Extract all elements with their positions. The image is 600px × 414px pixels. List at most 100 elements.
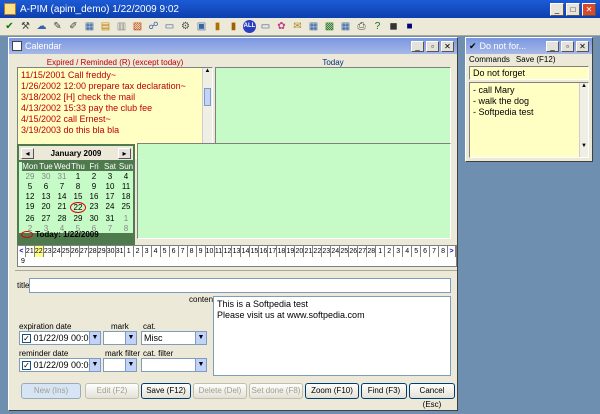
chevron-down-icon[interactable]: ▼ (125, 359, 136, 371)
day-detail-panel[interactable] (137, 143, 451, 239)
calendar-day[interactable]: 21 (54, 202, 70, 213)
calendar-day[interactable]: 24 (102, 202, 118, 213)
calendar-close-button[interactable]: ✕ (441, 40, 454, 52)
strip-day[interactable]: 5 (412, 246, 422, 257)
envelope-icon[interactable]: ✉ (291, 20, 304, 33)
calendar-day[interactable]: 26 (22, 214, 38, 223)
maximize-button[interactable]: □ (566, 2, 580, 16)
strip-day[interactable]: 18 (277, 246, 287, 257)
cloud-icon[interactable]: ☁ (35, 20, 48, 33)
calendar-day[interactable]: 30 (38, 172, 54, 181)
calendar-day[interactable]: 4 (118, 172, 134, 181)
all-icon[interactable]: ALL (243, 20, 256, 33)
strip-day[interactable]: 23 (322, 246, 332, 257)
calendar-day[interactable]: 9 (86, 182, 102, 191)
title-input[interactable] (29, 278, 451, 293)
expired-item[interactable]: 3/19/2003 do this bla bla (21, 125, 209, 136)
strip-day[interactable]: 3 (394, 246, 404, 257)
chevron-down-icon[interactable]: ▼ (89, 332, 100, 344)
strip-day[interactable]: 14 (241, 246, 251, 257)
calendar-icon[interactable]: ▦ (307, 20, 320, 33)
calendar-day[interactable]: 6 (38, 182, 54, 191)
strip-day[interactable]: 29 (97, 246, 107, 257)
calendar-day[interactable]: 17 (102, 192, 118, 201)
note-close-button[interactable]: ✕ (576, 40, 589, 52)
calendar-day[interactable]: 12 (22, 192, 38, 201)
note-minimize-button[interactable]: _ (546, 40, 559, 52)
find-button[interactable]: Find (F3) (361, 383, 407, 399)
expired-item[interactable]: 3/18/2002 [H] check the mail (21, 92, 209, 103)
calendar-day[interactable]: 28 (54, 214, 70, 223)
grid-icon[interactable]: ▩ (323, 20, 336, 33)
note-restore-button[interactable]: ▫ (561, 40, 574, 52)
strip-day[interactable]: 30 (106, 246, 116, 257)
expired-item[interactable]: 4/15/2002 call Ernest~ (21, 114, 209, 125)
reminder-checkbox[interactable]: ✓ (22, 361, 31, 371)
check-icon[interactable]: ✔ (3, 20, 16, 33)
chevron-down-icon[interactable]: ▼ (195, 359, 206, 371)
scroll-thumb[interactable] (204, 88, 211, 106)
expired-item[interactable]: 1/26/2002 12:00 prepare tax declaration~ (21, 81, 209, 92)
save-button[interactable]: Save (F12) (141, 383, 191, 399)
minimize-button[interactable]: _ (550, 2, 564, 16)
strip-day[interactable]: 2 (133, 246, 143, 257)
note-scrollbar[interactable]: ▲ ▼ (579, 83, 588, 157)
strip-day[interactable]: 3 (142, 246, 152, 257)
note-icon[interactable]: ▤ (99, 20, 112, 33)
calendar-day[interactable]: 8 (118, 224, 134, 233)
calendar-day[interactable]: 29 (70, 214, 86, 223)
calendar-minimize-button[interactable]: _ (411, 40, 424, 52)
strip-day[interactable]: 1 (124, 246, 134, 257)
calendar-day[interactable]: 14 (54, 192, 70, 201)
expiration-checkbox[interactable]: ✓ (22, 334, 31, 344)
strip-day[interactable]: 22 (313, 246, 323, 257)
calendar-day[interactable]: 18 (118, 192, 134, 201)
disk-icon[interactable]: ▣ (195, 20, 208, 33)
strip-day[interactable]: 6 (421, 246, 431, 257)
close-button[interactable]: ✕ (582, 2, 596, 16)
mark-filter-select[interactable]: ▼ (103, 358, 137, 372)
new-button[interactable]: New (Ins) (21, 383, 81, 399)
gear-icon[interactable]: ⚙ (179, 20, 192, 33)
calendar-day[interactable]: 29 (22, 172, 38, 181)
wrench-icon[interactable]: ⚒ (19, 20, 32, 33)
strip-day[interactable]: 7 (430, 246, 440, 257)
scroll-up-icon[interactable]: ▲ (580, 83, 588, 89)
mark-select[interactable]: ▼ (103, 331, 137, 345)
edit-button[interactable]: Edit (F2) (85, 383, 139, 399)
strip-day[interactable]: 26 (70, 246, 80, 257)
calendar-day[interactable]: 7 (54, 182, 70, 191)
set-done-button[interactable]: Set done (F8) (249, 383, 303, 399)
calendar-day[interactable]: 13 (38, 192, 54, 201)
strip-day[interactable]: 21 (25, 246, 35, 257)
strip-day[interactable]: 25 (61, 246, 71, 257)
chart-icon[interactable]: ▧ (131, 20, 144, 33)
book-icon[interactable]: ▮ (227, 20, 240, 33)
expiration-date-field[interactable]: ✓ 01/22/09 00:00 ▼ (19, 331, 101, 345)
cat-select[interactable]: Misc ▼ (141, 331, 207, 345)
calendar-day[interactable]: 2 (86, 172, 102, 181)
zoom-button[interactable]: Zoom (F10) (305, 383, 359, 399)
book-icon[interactable]: ▮ (211, 20, 224, 33)
calendar-day[interactable]: 31 (102, 214, 118, 223)
strip-day[interactable]: 23 (43, 246, 53, 257)
content-textarea[interactable]: This is a Softpedia test Please visit us … (213, 296, 451, 376)
note-heading-field[interactable]: Do not forget (469, 66, 589, 80)
today-label-row[interactable]: Today: 1/22/2009 (21, 230, 99, 239)
scroll-down-icon[interactable]: ▼ (580, 143, 588, 149)
calendar-day[interactable]: 8 (70, 182, 86, 191)
calendar-day[interactable]: 27 (38, 214, 54, 223)
strip-day[interactable]: 24 (331, 246, 341, 257)
strip-day[interactable]: 26 (349, 246, 359, 257)
strip-day[interactable]: 5 (160, 246, 170, 257)
calendar-day[interactable]: 15 (70, 192, 86, 201)
strip-day[interactable]: 4 (403, 246, 413, 257)
strip-day[interactable]: 16 (259, 246, 269, 257)
menu-commands[interactable]: Commands (469, 55, 510, 64)
strip-day[interactable]: 24 (52, 246, 62, 257)
prev-month-button[interactable]: ◂ (21, 147, 34, 159)
paperclip-icon[interactable]: ✎ (51, 20, 64, 33)
calendar-day[interactable]: 1 (70, 172, 86, 181)
calendar-day[interactable]: 16 (86, 192, 102, 201)
expired-item[interactable]: 4/13/2002 15:33 pay the club fee (21, 103, 209, 114)
